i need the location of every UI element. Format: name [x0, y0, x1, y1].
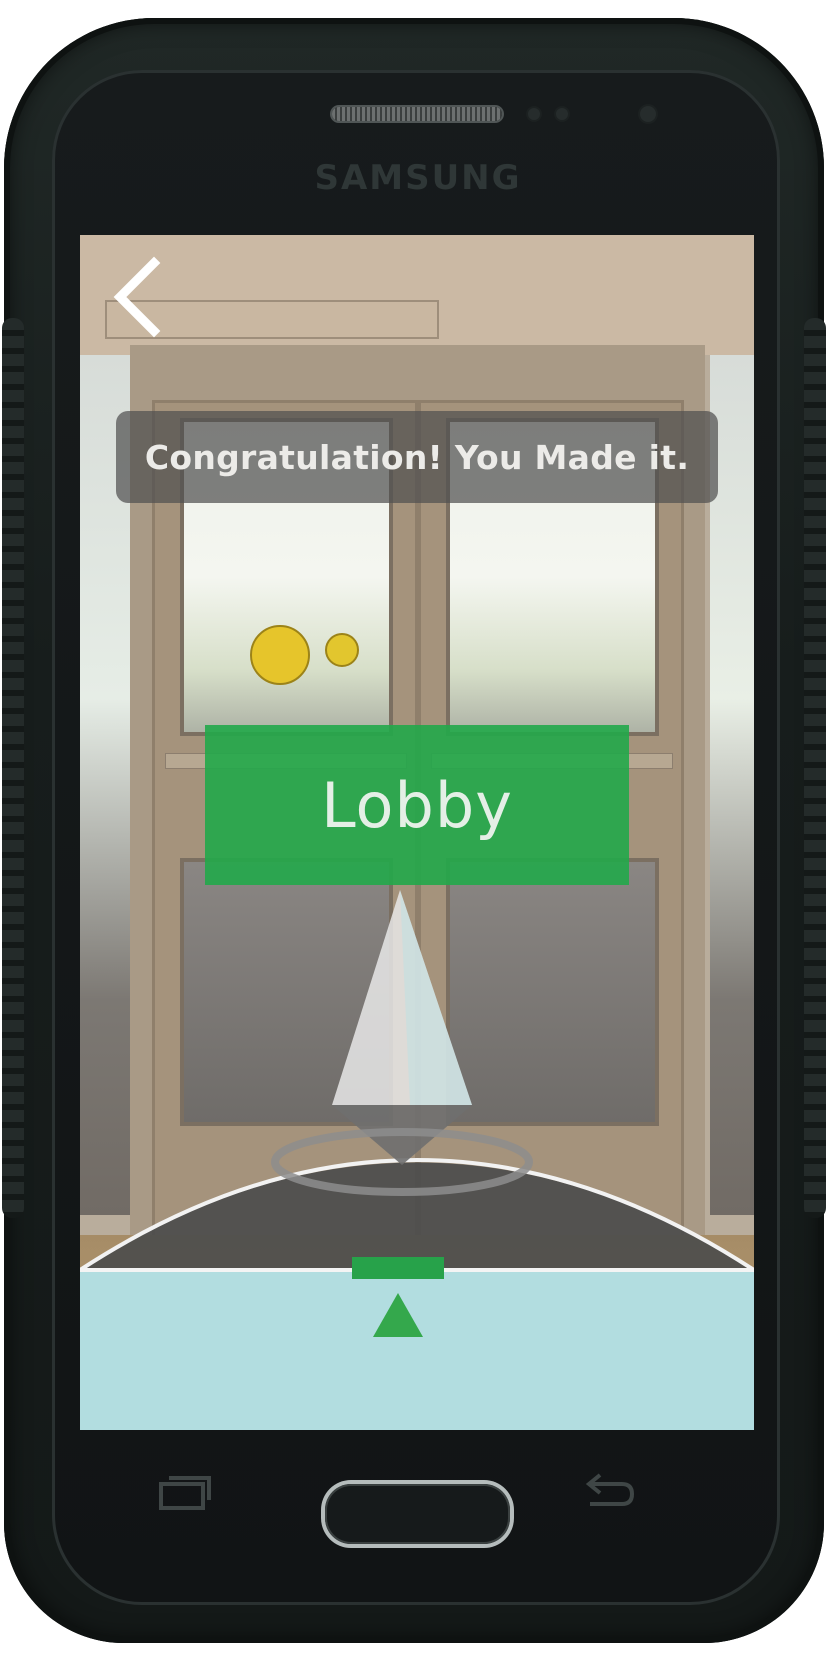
home-button[interactable] [325, 1484, 510, 1544]
destination-direction-marker [352, 1257, 444, 1279]
earpiece-speaker [332, 107, 502, 121]
left-grip [2, 318, 24, 1218]
back-arrow-icon[interactable] [578, 1468, 638, 1518]
brand-logo: SAMSUNG [314, 158, 522, 198]
proximity-sensor [528, 108, 540, 120]
up-arrow-icon [373, 1293, 423, 1337]
light-sensor [556, 108, 568, 120]
compass-overlay [80, 1257, 754, 1337]
right-grip [804, 318, 826, 1218]
screen: Congratulation! You Made it. Lobby [80, 235, 754, 1430]
recent-apps-icon[interactable] [155, 1470, 215, 1520]
front-camera [640, 106, 656, 122]
